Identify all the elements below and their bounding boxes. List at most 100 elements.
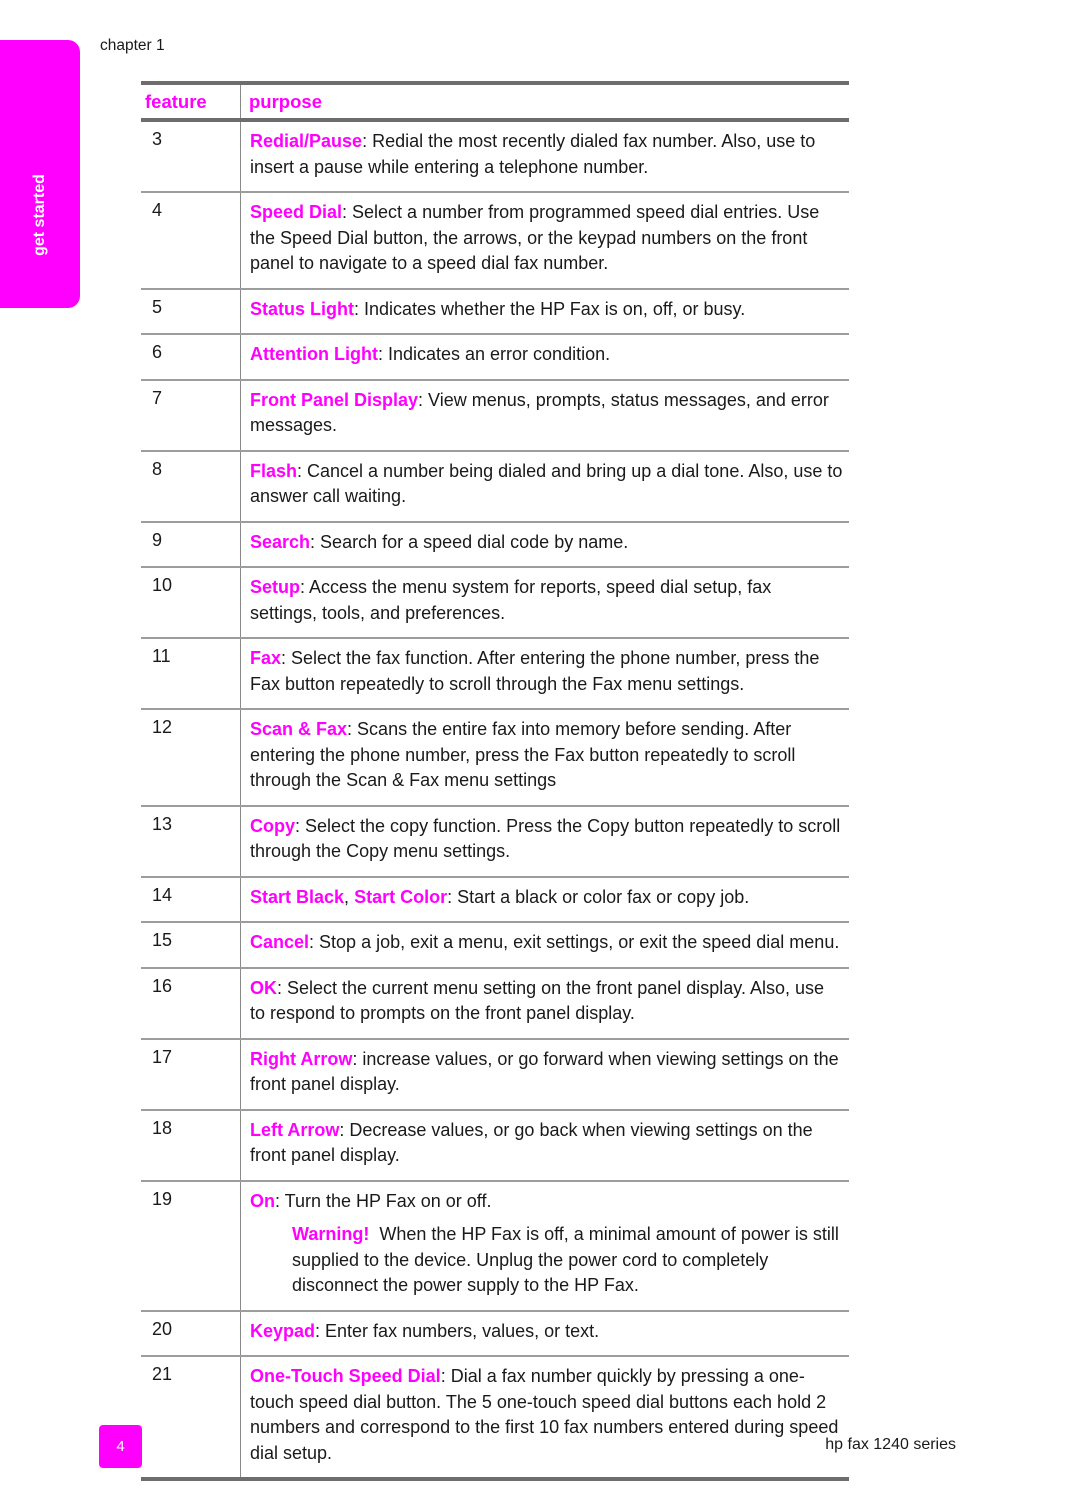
- feature-term: Front Panel Display: [250, 389, 419, 410]
- section-tab: get started: [0, 40, 80, 308]
- feature-term: OK: [250, 977, 277, 998]
- feature-number: 16: [141, 968, 241, 1038]
- feature-term: Right Arrow: [250, 1048, 353, 1069]
- feature-number: 18: [141, 1110, 241, 1180]
- feature-term: Attention Light: [250, 344, 378, 364]
- feature-purpose: Scan & Fax: Scans the entire fax into me…: [241, 710, 849, 805]
- warning-label: Warning!: [292, 1224, 370, 1244]
- feature-number: 20: [141, 1311, 241, 1355]
- feature-term: Fax: [250, 648, 282, 668]
- section-tab-label: get started: [31, 174, 48, 256]
- feature-term: Redial/Pause: [250, 131, 363, 151]
- feature-purpose: Attention Light: Indicates an error cond…: [241, 335, 849, 379]
- feature-number: 4: [141, 193, 241, 288]
- table-bottom-rule: [141, 1477, 849, 1481]
- table-row: 19 On: Turn the HP Fax on or off. Warning!…: [141, 1181, 849, 1312]
- feature-purpose: Setup: Access the menu system for report…: [241, 568, 849, 637]
- feature-description: : Search for a speed dial code by name.: [310, 531, 629, 552]
- table-row: 4 Speed Dial: Select a number from progra…: [141, 193, 849, 290]
- table-row: 21 One-Touch Speed Dial: Dial a fax numbe…: [141, 1357, 849, 1477]
- feature-purpose: Redial/Pause: Redial the most recently d…: [241, 122, 849, 191]
- term-separator: ,: [344, 886, 355, 907]
- feature-term: Flash: [250, 460, 298, 481]
- feature-purpose: Cancel: Stop a job, exit a menu, exit se…: [241, 923, 849, 967]
- table-header-row: feature purpose: [141, 85, 849, 118]
- feature-purpose: Speed Dial: Select a number from program…: [241, 193, 849, 288]
- feature-number: 15: [141, 923, 241, 967]
- feature-number: 14: [141, 877, 241, 921]
- feature-purpose: Front Panel Display: View menus, prompts…: [241, 381, 849, 450]
- table-row: 8 Flash: Cancel a number being dialed and…: [141, 451, 849, 523]
- table-row: 11 Fax: Select the fax function. After en…: [141, 639, 849, 710]
- feature-number: 5: [141, 289, 241, 333]
- column-header-feature: feature: [145, 90, 207, 112]
- feature-table: feature purpose 3 Redial/Pause: Redial th…: [141, 81, 849, 1481]
- feature-description: : Access the menu system for reports, sp…: [250, 577, 772, 623]
- feature-description: : Indicates an error condition.: [377, 344, 611, 364]
- feature-number: 19: [141, 1181, 241, 1310]
- feature-purpose: Keypad: Enter fax numbers, values, or te…: [241, 1312, 849, 1356]
- feature-number: 10: [141, 568, 241, 637]
- table-row: 12 Scan & Fax: Scans the entire fax into …: [141, 710, 849, 807]
- feature-term: Search: [250, 531, 311, 552]
- table-row: 10 Setup: Access the menu system for repo…: [141, 568, 849, 639]
- feature-purpose: Right Arrow: increase values, or go forw…: [241, 1040, 849, 1109]
- feature-term: Keypad: [250, 1320, 316, 1341]
- feature-purpose: Left Arrow: Decrease values, or go back …: [241, 1111, 849, 1180]
- table-row: 14 Start Black, Start Color: Start a blac…: [141, 877, 849, 923]
- feature-number: 9: [141, 522, 241, 566]
- feature-purpose: One-Touch Speed Dial: Dial a fax number …: [241, 1357, 849, 1477]
- table-row: 20 Keypad: Enter fax numbers, values, or …: [141, 1311, 849, 1357]
- warning-note: Warning! When the HP Fax is off, a minim…: [250, 1222, 843, 1299]
- feature-description: : Select the fax function. After enterin…: [250, 648, 820, 694]
- feature-description: : Select the current menu setting on the…: [250, 977, 824, 1024]
- feature-purpose: Search: Search for a speed dial code by …: [241, 523, 849, 567]
- feature-number: 11: [141, 639, 241, 708]
- table-row: 5 Status Light: Indicates whether the HP …: [141, 289, 849, 335]
- feature-term: Setup: [250, 577, 301, 597]
- feature-term: Start Black: [250, 886, 345, 907]
- feature-purpose: OK: Select the current menu setting on t…: [241, 969, 849, 1038]
- feature-number: 13: [141, 806, 241, 876]
- feature-number: 21: [141, 1357, 241, 1477]
- feature-description: : Start a black or color fax or copy job…: [447, 886, 750, 907]
- warning-text: When the HP Fax is off, a minimal amount…: [292, 1224, 844, 1295]
- feature-purpose: Flash: Cancel a number being dialed and …: [241, 452, 849, 521]
- feature-description: : Stop a job, exit a menu, exit settings…: [309, 932, 840, 952]
- feature-term: Left Arrow: [250, 1119, 340, 1140]
- column-header-purpose: purpose: [249, 90, 322, 112]
- feature-term: On: [250, 1190, 275, 1211]
- feature-description: : Enter fax numbers, values, or text.: [315, 1320, 600, 1341]
- feature-purpose: On: Turn the HP Fax on or off. Warning! W…: [241, 1182, 849, 1310]
- feature-term: Status Light: [250, 298, 354, 319]
- feature-purpose: Start Black, Start Color: Start a black …: [241, 878, 849, 922]
- feature-description: : Indicates whether the HP Fax is on, of…: [354, 298, 746, 319]
- table-row: 16 OK: Select the current menu setting on…: [141, 968, 849, 1040]
- feature-term-secondary: Start Color: [354, 886, 448, 907]
- feature-number: 3: [141, 122, 241, 191]
- table-row: 6 Attention Light: Indicates an error con…: [141, 335, 849, 381]
- table-row: 13 Copy: Select the copy function. Press …: [141, 806, 849, 878]
- table-row: 18 Left Arrow: Decrease values, or go bac…: [141, 1110, 849, 1182]
- table-row: 7 Front Panel Display: View menus, prompt…: [141, 380, 849, 452]
- feature-number: 12: [141, 710, 241, 805]
- table-row: 17 Right Arrow: increase values, or go fo…: [141, 1039, 849, 1111]
- chapter-heading: chapter 1: [100, 37, 165, 54]
- feature-purpose: Copy: Select the copy function. Press th…: [241, 807, 849, 876]
- feature-term: Copy: [250, 815, 295, 836]
- feature-number: 6: [141, 335, 241, 379]
- feature-number: 17: [141, 1039, 241, 1109]
- feature-description: : Turn the HP Fax on or off.: [275, 1190, 492, 1211]
- page-number-badge: 4: [99, 1425, 142, 1468]
- table-body: 3 Redial/Pause: Redial the most recently …: [141, 122, 849, 1477]
- feature-term: Scan & Fax: [250, 719, 348, 739]
- table-row: 3 Redial/Pause: Redial the most recently …: [141, 122, 849, 193]
- feature-description: : Select the copy function. Press the Co…: [250, 815, 841, 862]
- feature-purpose: Status Light: Indicates whether the HP F…: [241, 290, 849, 334]
- table-row: 9 Search: Search for a speed dial code by…: [141, 522, 849, 568]
- feature-number: 8: [141, 451, 241, 521]
- feature-number: 7: [141, 380, 241, 450]
- feature-term: Speed Dial: [250, 202, 343, 222]
- feature-purpose: Fax: Select the fax function. After ente…: [241, 639, 849, 708]
- feature-term: One-Touch Speed Dial: [250, 1366, 441, 1386]
